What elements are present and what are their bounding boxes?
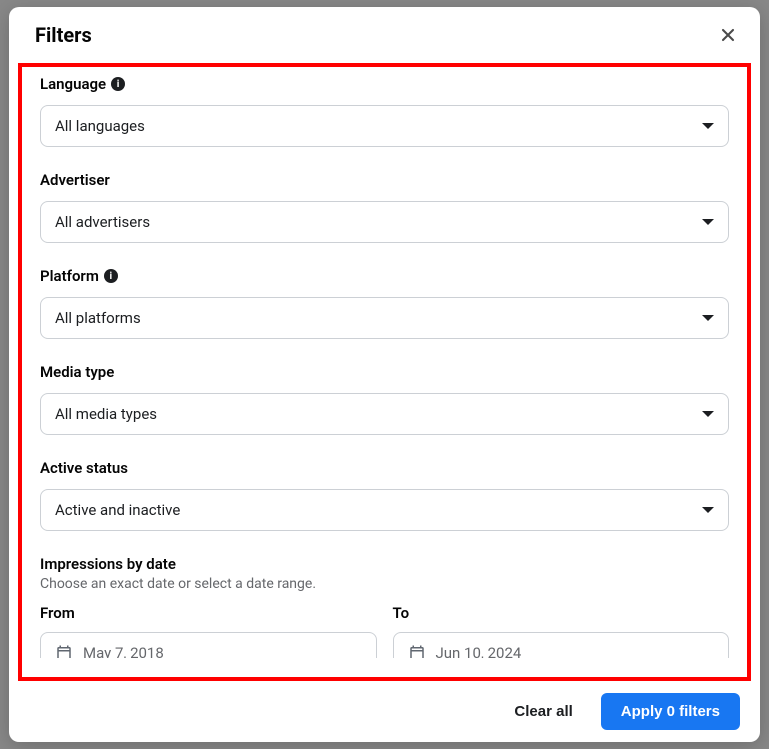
- language-label: Language i: [40, 75, 729, 93]
- modal-body-wrap: Language i All languages Advertiser All …: [18, 63, 751, 681]
- filters-modal: Filters Language i All languages: [9, 7, 760, 742]
- filters-scroll-area[interactable]: Language i All languages Advertiser All …: [18, 63, 751, 681]
- close-icon: [718, 25, 738, 45]
- media-type-label: Media type: [40, 363, 729, 381]
- modal-footer: Clear all Apply 0 filters: [9, 681, 760, 742]
- to-value: Jun 10, 2024: [436, 644, 522, 658]
- to-label: To: [393, 604, 730, 622]
- media-type-value: All media types: [55, 405, 157, 423]
- platform-dropdown[interactable]: All platforms: [40, 297, 729, 339]
- info-icon[interactable]: i: [104, 269, 118, 283]
- chevron-down-icon: [702, 123, 714, 129]
- active-status-dropdown[interactable]: Active and inactive: [40, 489, 729, 531]
- platform-label: Platform i: [40, 267, 729, 285]
- info-icon[interactable]: i: [111, 77, 125, 91]
- apply-filters-button[interactable]: Apply 0 filters: [601, 693, 740, 730]
- language-field: Language i All languages: [40, 75, 729, 147]
- impressions-subtext: Choose an exact date or select a date ra…: [40, 576, 729, 592]
- platform-value: All platforms: [55, 309, 141, 327]
- language-label-text: Language: [40, 75, 106, 93]
- advertiser-label: Advertiser: [40, 171, 729, 189]
- modal-header: Filters: [9, 7, 760, 63]
- from-value: May 7, 2018: [83, 644, 164, 658]
- language-dropdown[interactable]: All languages: [40, 105, 729, 147]
- date-from-input[interactable]: May 7, 2018: [40, 632, 377, 658]
- active-status-label: Active status: [40, 459, 729, 477]
- chevron-down-icon: [702, 219, 714, 225]
- calendar-icon: [408, 644, 426, 658]
- media-type-label-text: Media type: [40, 363, 114, 381]
- from-label: From: [40, 604, 377, 622]
- modal-title: Filters: [35, 23, 92, 47]
- platform-label-text: Platform: [40, 267, 99, 285]
- chevron-down-icon: [702, 507, 714, 513]
- clear-all-button[interactable]: Clear all: [498, 693, 588, 730]
- close-button[interactable]: [714, 21, 742, 49]
- impressions-label-text: Impressions by date: [40, 555, 176, 573]
- impressions-label: Impressions by date: [40, 555, 729, 573]
- date-range-row: From May 7, 2018 To: [40, 604, 729, 658]
- advertiser-field: Advertiser All advertisers: [40, 171, 729, 243]
- platform-field: Platform i All platforms: [40, 267, 729, 339]
- advertiser-dropdown[interactable]: All advertisers: [40, 201, 729, 243]
- impressions-field: Impressions by date Choose an exact date…: [40, 555, 729, 658]
- advertiser-value: All advertisers: [55, 213, 150, 231]
- advertiser-label-text: Advertiser: [40, 171, 110, 189]
- date-from-col: From May 7, 2018: [40, 604, 377, 658]
- media-type-dropdown[interactable]: All media types: [40, 393, 729, 435]
- active-status-label-text: Active status: [40, 459, 128, 477]
- chevron-down-icon: [702, 315, 714, 321]
- calendar-icon: [55, 644, 73, 658]
- media-type-field: Media type All media types: [40, 363, 729, 435]
- language-value: All languages: [55, 117, 145, 135]
- active-status-field: Active status Active and inactive: [40, 459, 729, 531]
- date-to-input[interactable]: Jun 10, 2024: [393, 632, 730, 658]
- chevron-down-icon: [702, 411, 714, 417]
- date-to-col: To Jun 10, 2024: [393, 604, 730, 658]
- active-status-value: Active and inactive: [55, 501, 180, 519]
